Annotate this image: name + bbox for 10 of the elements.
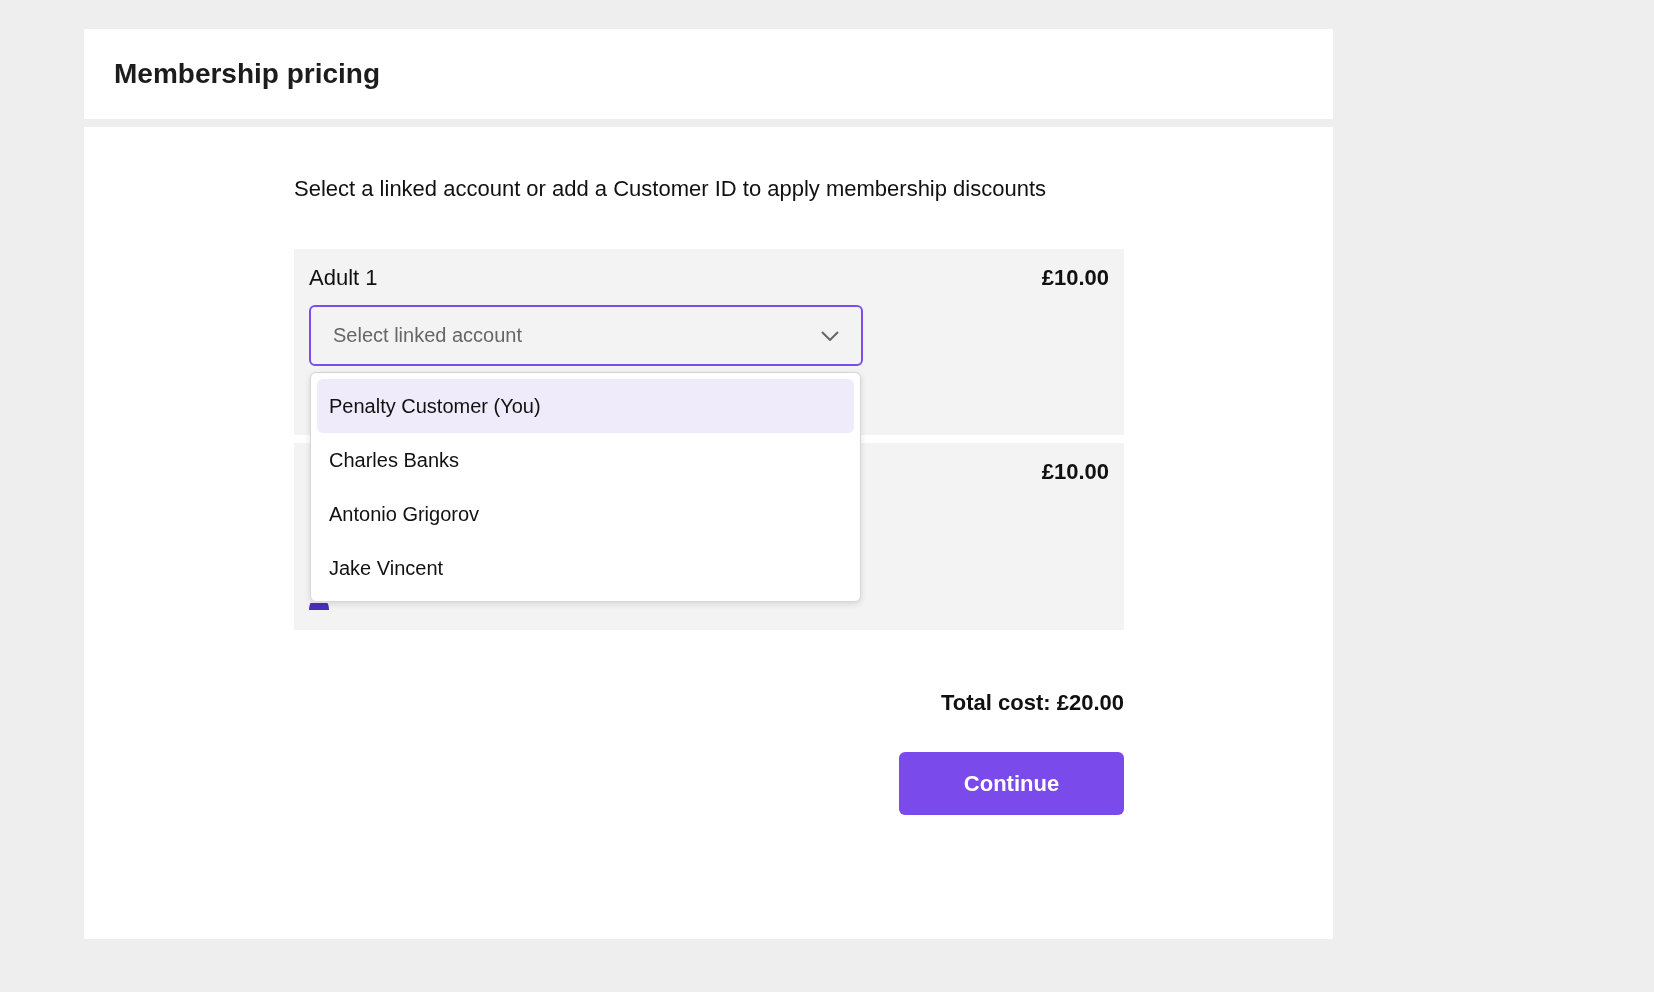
chevron-down-icon xyxy=(821,330,839,341)
dropdown-option[interactable]: Penalty Customer (You) xyxy=(317,379,854,433)
continue-button[interactable]: Continue xyxy=(899,752,1124,815)
price-text: £10.00 xyxy=(1041,458,1109,486)
account-select[interactable]: Select linked account xyxy=(309,305,863,366)
instruction-text: Select a linked account or add a Customer ID to apply membership discounts xyxy=(294,175,1048,203)
total-cost: Total cost: £20.00 xyxy=(941,690,1124,716)
passenger-label: Adult 1 xyxy=(309,264,378,292)
price-text: £10.00 xyxy=(1041,264,1109,292)
page-title: Membership pricing xyxy=(114,58,381,90)
